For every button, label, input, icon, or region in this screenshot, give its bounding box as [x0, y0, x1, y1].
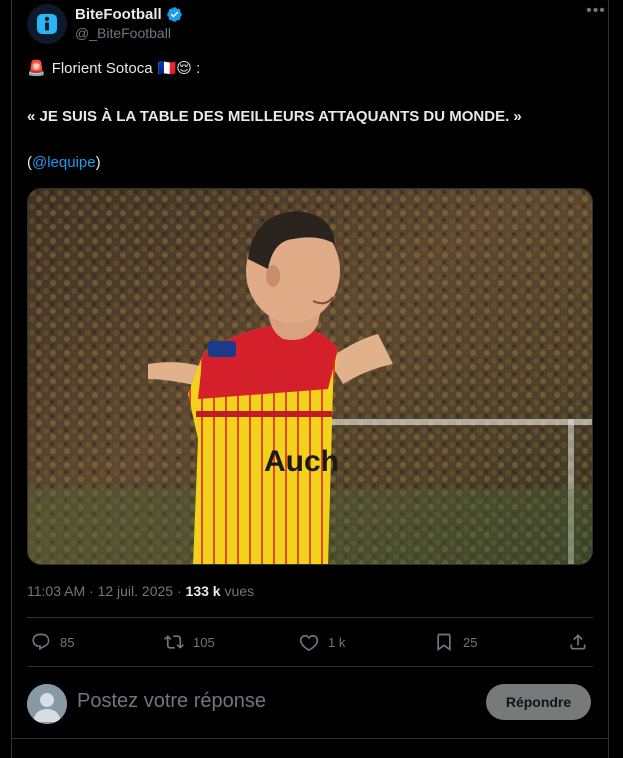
divider	[11, 738, 609, 739]
meta-separator-1: ·	[85, 583, 98, 599]
retweet-button[interactable]: 105	[164, 628, 215, 656]
user-avatar[interactable]	[27, 684, 67, 724]
views-label: vues	[220, 583, 255, 599]
reply-count: 85	[60, 634, 75, 650]
tweet-date[interactable]: 12 juil. 2025	[98, 583, 174, 599]
like-count: 1 k	[328, 634, 346, 650]
mention-link[interactable]: @lequipe	[32, 154, 96, 171]
tweet-meta: 11:03 AM · 12 juil. 2025 · 133 k vues	[27, 583, 254, 599]
reply-icon	[32, 633, 50, 651]
like-button[interactable]: 1 k	[299, 628, 345, 656]
retweet-icon	[164, 635, 184, 649]
jersey-sponsor-text: Auch	[264, 445, 339, 478]
meta-separator-2: ·	[173, 583, 186, 599]
bookmark-button[interactable]: 25	[434, 628, 477, 656]
tweet-actions: 85 105 1 k 25	[27, 628, 593, 656]
bookmark-icon	[437, 633, 451, 652]
divider	[27, 617, 593, 618]
bitefootball-logo-icon	[27, 4, 67, 44]
tweet-photo[interactable]: Auch	[27, 188, 593, 565]
relieved-face-emoji-icon: 😌	[176, 60, 192, 77]
tweet-line-1-suffix: :	[191, 60, 201, 77]
bookmark-count: 25	[463, 634, 478, 650]
france-flag-icon: 🇫🇷	[157, 60, 177, 77]
tweet-time[interactable]: 11:03 AM	[27, 583, 85, 599]
share-button[interactable]	[568, 628, 588, 656]
more-options-icon[interactable]: •••	[583, 3, 609, 24]
tweet-line-1: 🚨 Florient Sotoca 🇫🇷 😌 :	[27, 59, 593, 79]
divider	[27, 666, 593, 667]
tweet-player-name: Florient Sotoca	[51, 60, 153, 77]
tweet-header: BiteFootball @_BiteFootball •••	[27, 3, 609, 44]
retweet-count: 105	[193, 634, 215, 650]
source-close-paren: )	[95, 154, 101, 171]
reply-submit-button[interactable]: Répondre	[486, 684, 591, 720]
verified-badge-icon	[166, 6, 182, 22]
tweet-quote: « JE SUIS À LA TABLE DES MEILLEURS ATTAQ…	[27, 108, 522, 125]
heart-icon	[299, 634, 319, 652]
reply-composer: Postez votre réponse Répondre	[27, 682, 593, 726]
reply-input[interactable]: Postez votre réponse	[77, 690, 266, 713]
share-icon	[570, 634, 586, 650]
tweet-source: (@lequipe)	[27, 153, 593, 173]
author-avatar[interactable]	[27, 4, 67, 44]
player-celebration-image: Auch	[28, 189, 592, 564]
reply-button[interactable]: 85	[31, 628, 74, 656]
siren-emoji-icon: 🚨	[27, 60, 46, 77]
view-count: 133 k	[185, 583, 221, 599]
author-handle[interactable]: @_BiteFootball	[75, 25, 171, 41]
author-name[interactable]: BiteFootball	[75, 6, 162, 23]
default-user-icon	[27, 684, 67, 724]
